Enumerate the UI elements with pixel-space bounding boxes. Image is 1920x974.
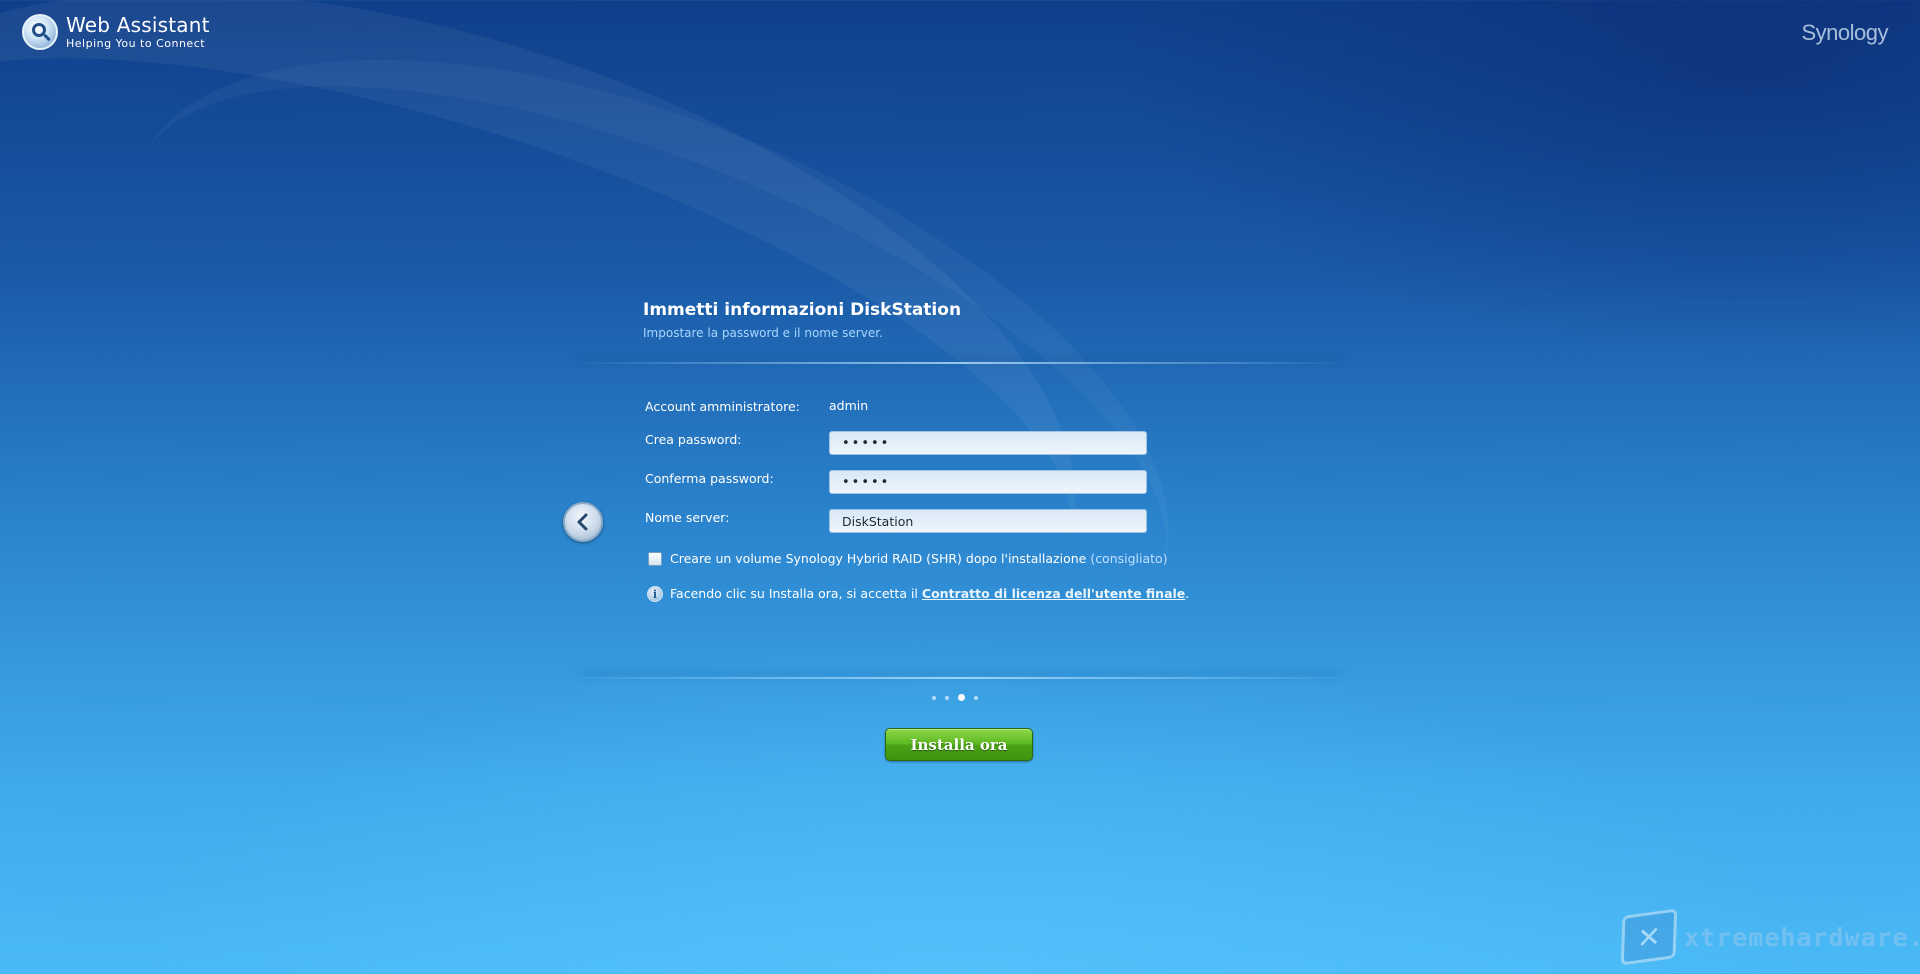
shr-volume-label[interactable]: Creare un volume Synology Hybrid RAID (S…: [670, 551, 1168, 566]
shr-volume-label-text: Creare un volume Synology Hybrid RAID (S…: [670, 551, 1087, 566]
install-now-button[interactable]: Installa ora: [885, 728, 1033, 761]
server-name-input[interactable]: [829, 509, 1147, 533]
shr-volume-checkbox[interactable]: [648, 552, 662, 566]
step-dot-current: [958, 694, 965, 701]
divider-top: [580, 362, 1340, 364]
step-dot: [932, 695, 936, 700]
app-subtitle: Helping You to Connect: [66, 37, 206, 50]
background-swoosh: [0, 0, 1163, 836]
app-title: Web Assistant: [66, 13, 210, 37]
web-assistant-logo-icon: [22, 14, 58, 50]
server-name-label: Nome server:: [645, 510, 730, 525]
watermark-logo-icon: ✕: [1620, 908, 1678, 966]
page-subtitle: Impostare la password e il nome server.: [643, 326, 883, 340]
step-dot: [945, 695, 949, 700]
chevron-left-icon: [577, 513, 588, 531]
license-agreement-link[interactable]: Contratto di licenza dell'utente finale: [922, 586, 1185, 601]
license-notice-suffix: .: [1185, 586, 1190, 601]
step-indicator: [932, 694, 978, 701]
page-title: Immetti informazioni DiskStation: [643, 300, 962, 320]
info-icon: i: [647, 586, 663, 602]
step-dot: [974, 695, 978, 700]
license-notice-text: Facendo clic su Installa ora, si accetta…: [670, 586, 918, 601]
web-assistant-logo: Web Assistant Helping You to Connect: [22, 14, 210, 50]
watermark-text: xtremehardware.com: [1684, 922, 1920, 952]
license-notice: Facendo clic su Installa ora, si accetta…: [670, 586, 1189, 601]
watermark: ✕ xtremehardware.com: [1620, 908, 1920, 966]
divider-bottom: [580, 677, 1340, 679]
confirm-password-input[interactable]: [829, 470, 1147, 494]
shr-recommended-note: (consigliato): [1090, 551, 1168, 566]
create-password-input[interactable]: [829, 431, 1147, 455]
synology-logo: Synology: [1801, 20, 1888, 45]
admin-account-value: admin: [829, 398, 869, 413]
confirm-password-label: Conferma password:: [645, 471, 774, 486]
back-button[interactable]: [563, 502, 603, 542]
create-password-label: Crea password:: [645, 432, 742, 447]
admin-account-label: Account amministratore:: [645, 399, 800, 414]
